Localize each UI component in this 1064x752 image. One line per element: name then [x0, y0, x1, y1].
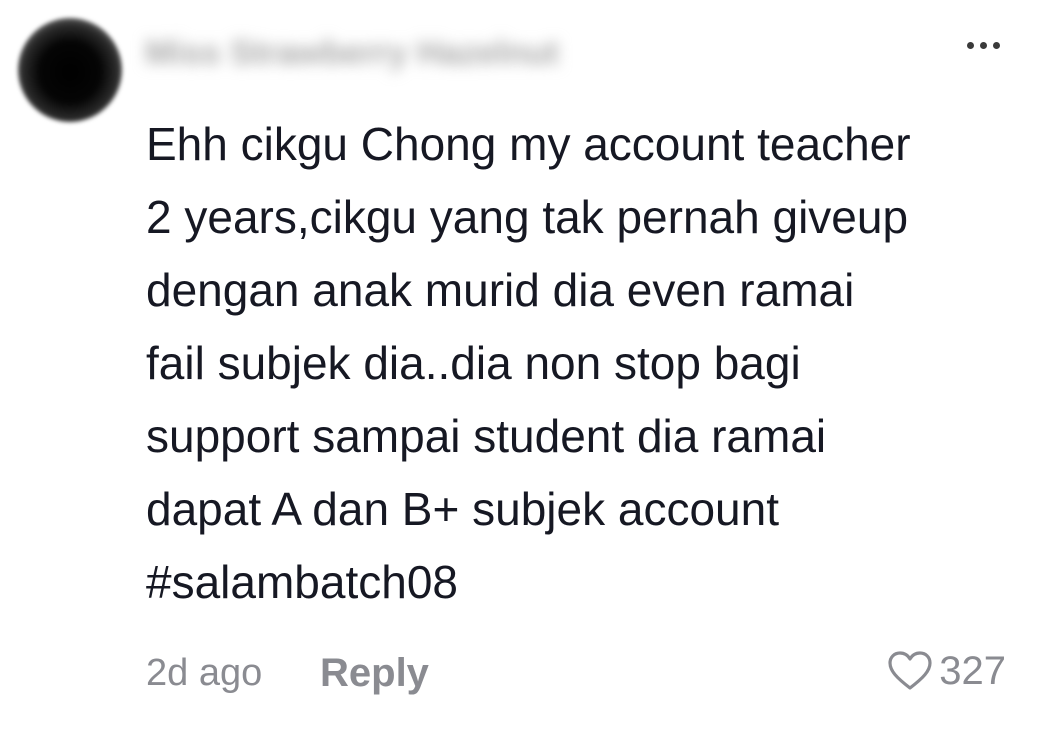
- more-options-icon: [979, 41, 987, 49]
- more-options-icon: [992, 41, 1000, 49]
- like-count: 327: [939, 649, 1006, 693]
- avatar[interactable]: [18, 18, 122, 122]
- more-options-icon: [966, 41, 974, 49]
- reply-button[interactable]: Reply: [320, 650, 429, 696]
- comment-username[interactable]: Miss Strawberry Hazelnut: [145, 30, 559, 76]
- like-button[interactable]: 327: [887, 648, 1006, 694]
- more-options-button[interactable]: [958, 30, 1008, 60]
- heart-outline-icon: [887, 650, 933, 692]
- comment-text: Ehh cikgu Chong my account teacher 2 yea…: [146, 118, 911, 608]
- comment-timestamp: 2d ago: [146, 652, 263, 694]
